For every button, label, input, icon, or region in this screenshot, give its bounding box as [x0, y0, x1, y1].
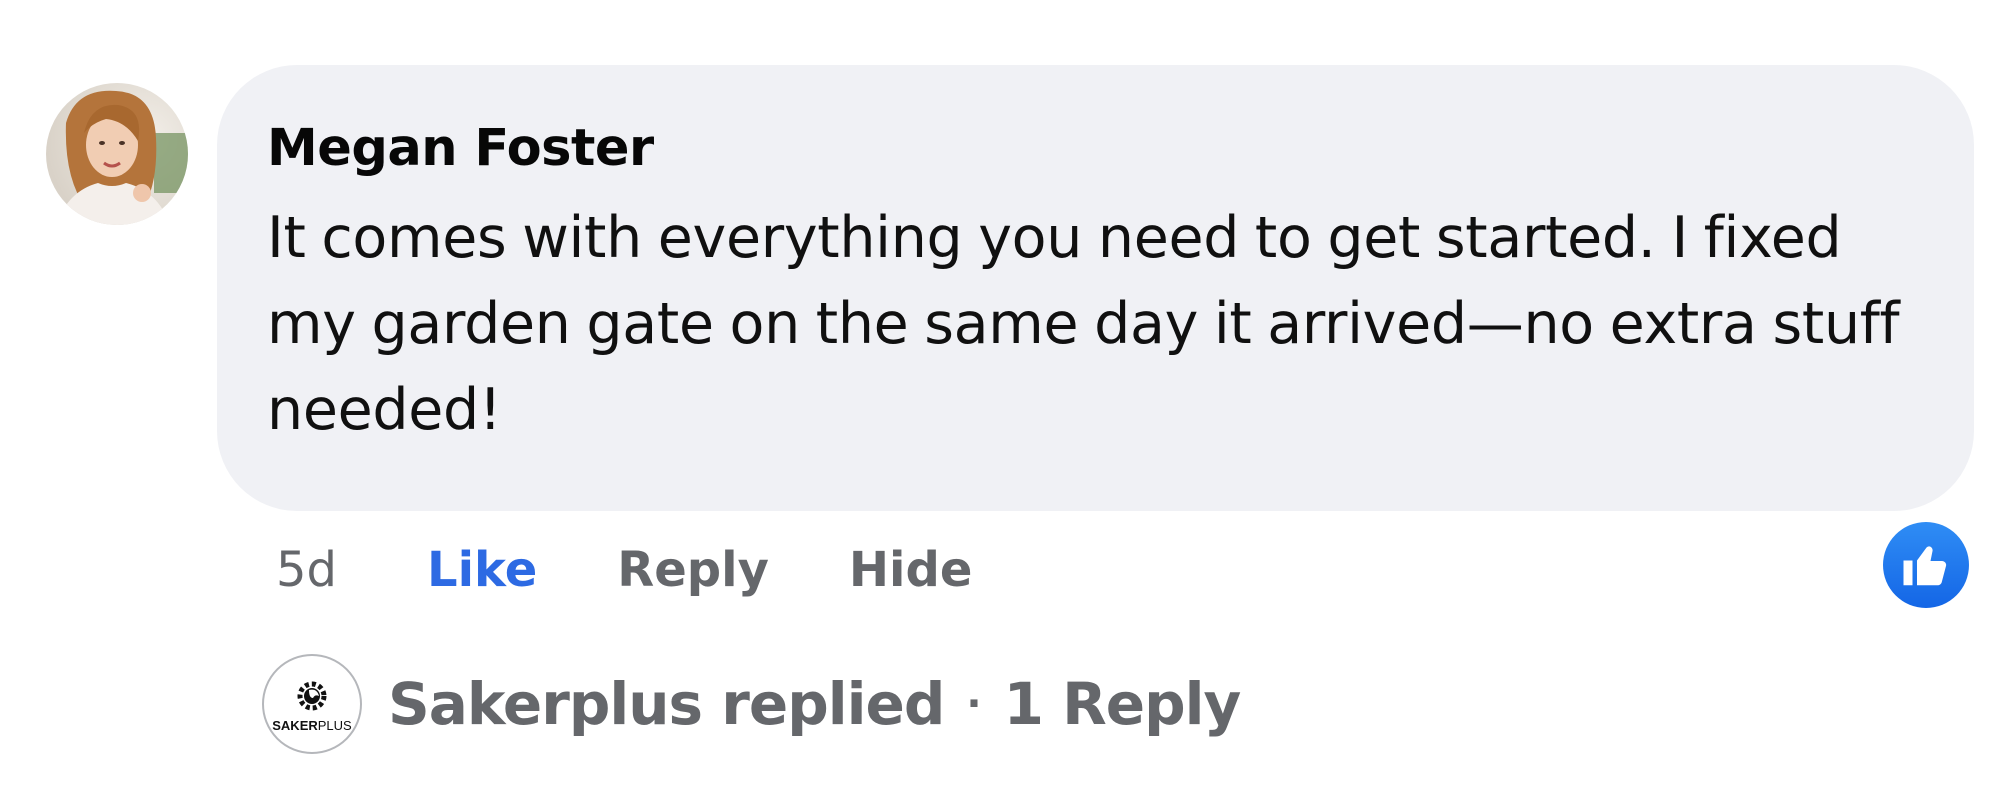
page-avatar: SAKERPLUS	[262, 654, 362, 754]
hide-button[interactable]: Hide	[849, 542, 973, 598]
gear-logo-icon	[297, 681, 327, 710]
comment-author[interactable]: Megan Foster	[267, 123, 1904, 187]
view-replies-link[interactable]: SAKERPLUS Sakerplus replied · 1 Reply	[262, 652, 1242, 756]
thumbs-up-icon	[1903, 546, 1947, 586]
reaction-badge[interactable]	[1883, 522, 1969, 608]
page-logo-text: SAKERPLUS	[272, 717, 352, 733]
commenter-avatar[interactable]	[46, 83, 188, 225]
reply-button[interactable]: Reply	[617, 542, 769, 598]
like-button[interactable]: Like	[427, 542, 537, 598]
comment-actions: 5d Like Reply Hide	[276, 535, 1052, 605]
comment-timestamp[interactable]: 5d	[276, 542, 337, 598]
avatar-photo	[46, 83, 188, 225]
replied-label[interactable]: Sakerplus replied	[388, 670, 945, 738]
comment-bubble: Megan Foster It comes with everything yo…	[217, 65, 1974, 511]
separator-dot: ·	[966, 681, 982, 727]
reply-count[interactable]: 1 Reply	[1004, 670, 1242, 738]
comment-thread: Megan Foster It comes with everything yo…	[0, 0, 2000, 799]
comment-text: It comes with everything you need to get…	[267, 205, 1900, 443]
